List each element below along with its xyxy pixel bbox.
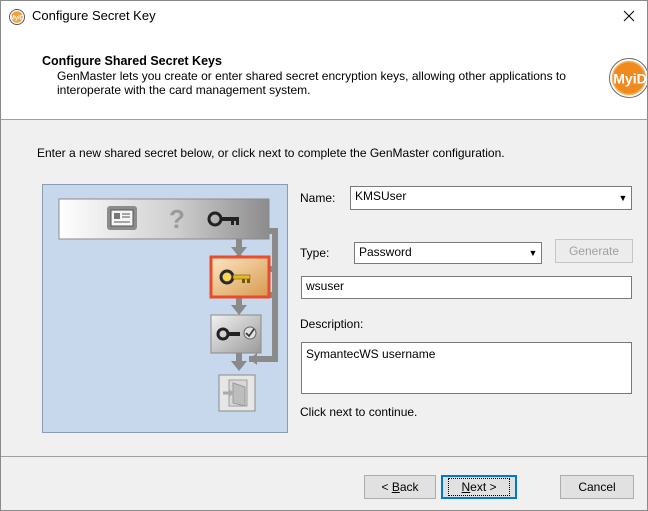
next-focus: Next >: [448, 478, 510, 496]
name-value: KMSUser: [355, 189, 407, 203]
back-accel: B: [391, 480, 400, 494]
myid-app-icon: MyiD: [9, 9, 25, 25]
workflow-diagram-graphic: ?: [58, 198, 278, 412]
card-icon: [107, 206, 137, 230]
generate-button[interactable]: Generate: [555, 239, 633, 263]
instruction-text: Enter a new shared secret below, or clic…: [37, 146, 505, 160]
back-prefix: <: [381, 480, 392, 494]
myid-logo: MyiD: [609, 58, 647, 98]
cancel-button[interactable]: Cancel: [560, 475, 634, 499]
description-textarea[interactable]: SymantecWS username: [301, 342, 632, 394]
next-accel: N: [461, 480, 471, 494]
back-button[interactable]: < Back: [364, 475, 436, 499]
configure-secret-key-dialog: MyiD Configure Secret Key Configure Shar…: [0, 0, 648, 511]
hint-text: Click next to continue.: [300, 405, 418, 419]
footer-separator: [1, 456, 647, 457]
question-icon: ?: [169, 204, 185, 234]
svg-text:MyiD: MyiD: [613, 71, 646, 87]
header-title: Configure Shared Secret Keys: [42, 54, 222, 68]
name-dropdown[interactable]: KMSUser ▼: [350, 186, 632, 210]
close-icon: [623, 10, 635, 22]
back-rest: ack: [399, 480, 419, 494]
wizard-header: Configure Shared Secret Keys GenMaster l…: [1, 31, 647, 120]
name-label: Name:: [300, 191, 336, 205]
title-bar: MyiD Configure Secret Key: [1, 1, 647, 31]
header-description: GenMaster lets you create or enter share…: [57, 69, 566, 97]
window-title: Configure Secret Key: [32, 8, 156, 23]
workflow-diagram: ?: [42, 184, 288, 433]
next-button[interactable]: Next >: [441, 475, 517, 499]
type-value: Password: [359, 245, 412, 259]
type-dropdown[interactable]: Password ▼: [354, 242, 542, 264]
chevron-down-icon[interactable]: ▼: [615, 187, 631, 209]
chevron-down-icon[interactable]: ▼: [525, 243, 541, 263]
secret-input[interactable]: wsuser: [301, 276, 632, 299]
svg-text:MyiD: MyiD: [10, 16, 25, 22]
description-label: Description:: [300, 317, 364, 331]
close-button[interactable]: [611, 1, 647, 31]
next-rest: ext >: [470, 480, 497, 494]
type-label: Type:: [300, 246, 330, 260]
